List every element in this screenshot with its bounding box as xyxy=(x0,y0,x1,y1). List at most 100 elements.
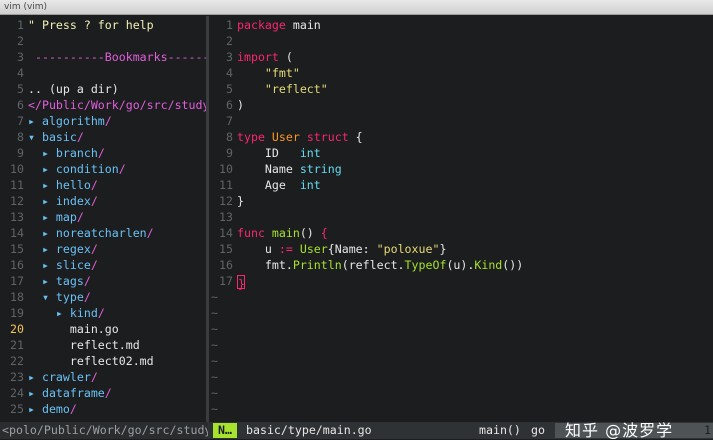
code-line[interactable]: 4 "fmt" xyxy=(209,65,300,81)
code-line[interactable]: 16 fmt.Println(reflect.TypeOf(u).Kind()) xyxy=(209,257,523,273)
code-line[interactable]: 17} xyxy=(209,273,245,291)
tilde-marker: ~ xyxy=(211,386,218,400)
code-line[interactable]: 14 func main() { xyxy=(209,225,328,241)
code-line[interactable]: 3 import ( xyxy=(209,49,293,65)
line-number: 1 xyxy=(226,18,233,32)
code-token: Kind xyxy=(474,258,503,272)
code-token: / xyxy=(104,114,112,128)
empty-line: ~ xyxy=(209,401,239,417)
code-token: string xyxy=(299,162,342,176)
code-token: / xyxy=(76,210,84,224)
tree-row[interactable]: 8 ▾ basic/ xyxy=(0,129,84,145)
code-token: reflect02.md xyxy=(28,354,154,368)
line-number: 16 xyxy=(10,258,24,272)
code-token: "fmt" xyxy=(264,66,300,80)
line-number: 13 xyxy=(219,210,233,224)
line-number: 9 xyxy=(17,146,24,160)
code-token: struct xyxy=(306,130,349,144)
code-line[interactable]: 10 Name string xyxy=(209,161,342,177)
code-line[interactable]: 7 xyxy=(209,113,237,129)
tree-row[interactable]: 14 ▸ noreatcharlen/ xyxy=(0,225,154,241)
line-number: 18 xyxy=(10,290,24,304)
tree-row[interactable]: 12 ▸ index/ xyxy=(0,193,98,209)
tilde-marker: ~ xyxy=(211,338,218,352)
code-token: ----------Bookmarks------- xyxy=(28,50,206,64)
empty-line: ~ xyxy=(209,305,239,321)
line-number: 4 xyxy=(226,66,233,80)
code-token: int xyxy=(299,178,321,192)
code-token: ▾ xyxy=(28,130,42,144)
tree-row[interactable]: 5 .. (up a dir) xyxy=(0,81,119,97)
code-token: type xyxy=(237,130,265,144)
code-token: {Name: xyxy=(327,242,377,256)
editor-pane[interactable]: 1 package main 2 3 import (4 "fmt" 5 "reflect… xyxy=(209,16,713,422)
tree-row[interactable]: 17 ▸ tags/ xyxy=(0,273,91,289)
code-token: tags xyxy=(55,274,84,288)
tree-row[interactable]: 25 ▸ demo/ xyxy=(0,401,77,417)
tree-row[interactable]: 3 ----------Bookmarks------- xyxy=(0,49,206,65)
code-token: int xyxy=(299,146,321,160)
tree-row[interactable]: 13 ▸ map/ xyxy=(0,209,84,225)
current-function: main() xyxy=(479,423,521,437)
line-number: 14 xyxy=(219,226,233,240)
code-token: ▸ xyxy=(28,194,56,208)
code-token: / xyxy=(90,258,98,272)
code-line[interactable]: 5 "reflect" xyxy=(209,81,328,97)
code-token: type xyxy=(55,290,84,304)
tree-row[interactable]: 20 main.go xyxy=(0,321,119,337)
code-token: func xyxy=(237,226,265,240)
code-token: ▸ xyxy=(28,210,56,224)
window-titlebar: vim (vim) xyxy=(0,0,713,15)
code-line[interactable]: 8 type User struct { xyxy=(209,129,363,145)
file-path: basic/type/main.go xyxy=(246,423,372,437)
code-token: } xyxy=(237,274,245,291)
tree-row[interactable]: 19 ▸ kind/ xyxy=(0,305,105,321)
line-number: 3 xyxy=(17,50,24,64)
code-line[interactable]: 15 u := User{Name: "poloxue"} xyxy=(209,241,446,257)
code-line[interactable]: 1 package main xyxy=(209,17,321,33)
line-number: 24 xyxy=(10,386,24,400)
code-token: / xyxy=(104,386,112,400)
code-token: User xyxy=(299,242,328,256)
tree-row[interactable]: 23 ▸ crawler/ xyxy=(0,369,98,385)
tree-row[interactable]: 11 ▸ hello/ xyxy=(0,177,98,193)
code-token: slice xyxy=(55,258,91,272)
tree-row[interactable]: 1 " Press ? for help xyxy=(0,17,154,33)
code-token: hello xyxy=(55,178,91,192)
code-token: u xyxy=(237,242,279,256)
tree-row[interactable]: 6 </Public/Work/go/src/study/ xyxy=(0,97,206,113)
tree-row[interactable]: 9 ▸ branch/ xyxy=(0,145,105,161)
tree-row[interactable]: 18 ▾ type/ xyxy=(0,289,91,305)
code-line[interactable]: 11 Age int xyxy=(209,177,321,193)
tree-row[interactable]: 22 reflect02.md xyxy=(0,353,154,369)
line-number: 2 xyxy=(17,34,24,48)
tree-row[interactable]: 7 ▸ algorithm/ xyxy=(0,113,112,129)
tree-row[interactable]: 4 xyxy=(0,65,28,81)
code-token: ▸ xyxy=(28,306,70,320)
code-line[interactable]: 12} xyxy=(209,193,244,209)
tree-row[interactable]: 10 ▸ condition/ xyxy=(0,161,126,177)
code-token: "poloxue" xyxy=(376,242,440,256)
empty-line: ~ xyxy=(209,289,239,305)
code-line[interactable]: 2 xyxy=(209,33,237,49)
nerdtree-pane[interactable]: 1 " Press ? for help 2 3 ----------Bookmark… xyxy=(0,16,206,422)
code-line[interactable]: 13 xyxy=(209,209,237,225)
code-token: reflect.md xyxy=(28,338,140,352)
code-line[interactable]: 6) xyxy=(209,97,244,113)
tree-row[interactable]: 2 xyxy=(0,33,28,49)
tree-row[interactable]: 24 ▸ dataframe/ xyxy=(0,385,112,401)
code-token: fmt. xyxy=(237,258,293,272)
code-token: ▸ xyxy=(28,226,56,240)
code-line[interactable]: 9 ID int xyxy=(209,145,321,161)
tree-row[interactable]: 21 reflect.md xyxy=(0,337,140,353)
line-number: 3 xyxy=(226,50,233,64)
tree-row[interactable]: 15 ▸ regex/ xyxy=(0,241,98,257)
line-number: 1 xyxy=(17,18,24,32)
line-number: 6 xyxy=(226,98,233,112)
tree-row[interactable]: 16 ▸ slice/ xyxy=(0,257,98,273)
code-token: package xyxy=(237,18,286,32)
